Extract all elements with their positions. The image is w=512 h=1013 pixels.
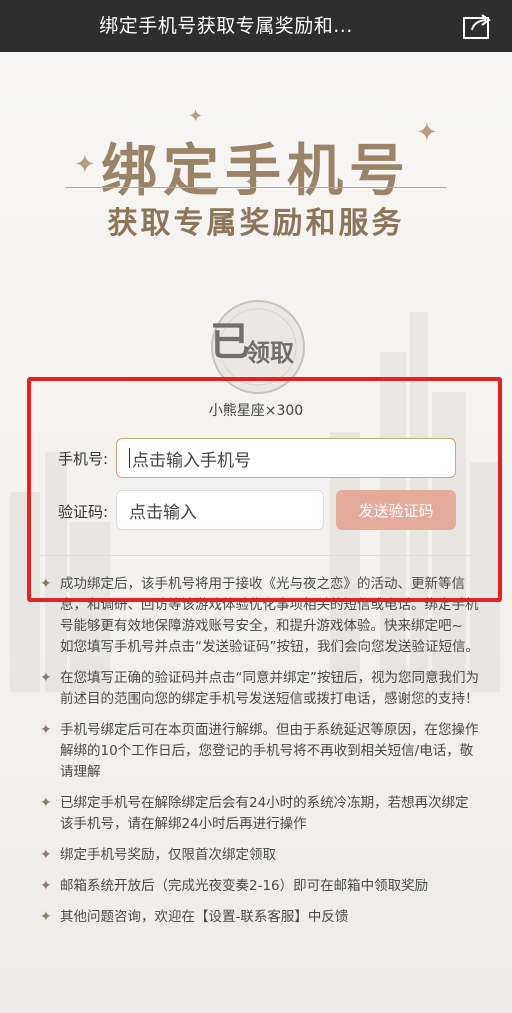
stamp-text-2: 领取 <box>246 338 294 367</box>
title-bar: 绑定手机号获取专属奖励和... <box>0 0 512 52</box>
sparkle-bullet-icon: ✦ <box>40 909 52 925</box>
highlight-frame <box>27 377 502 602</box>
sparkle-bullet-icon: ✦ <box>40 795 52 811</box>
list-item: ✦ 邮箱系统开放后（完成光夜变奏2-16）即可在邮箱中领取奖励 <box>40 876 480 897</box>
notes-list: ✦ 成功绑定后，该手机号将用于接收《光与夜之恋》的活动、更新等信息，和调研、回访等… <box>40 574 480 938</box>
list-item: ✦ 绑定手机号奖励，仅限首次绑定领取 <box>40 845 480 866</box>
list-item: ✦ 手机号绑定后可在本页面进行解绑。但由于系统延迟等原因，在您操作解绑的10个工作… <box>40 722 479 780</box>
list-item: ✦ 其他问题咨询，欢迎在【设置-联系客服】中反馈 <box>40 907 480 928</box>
divider <box>66 187 446 188</box>
share-icon[interactable] <box>462 12 494 40</box>
sparkle-bullet-icon: ✦ <box>40 878 52 894</box>
stamp-text-1: 已 <box>210 318 250 365</box>
content-page: ✦ ✦ ✦ ✦ 绑定手机号 获取专属奖励和服务 已 领取 小熊星座×300 手机… <box>0 52 512 1013</box>
sparkle-bullet-icon: ✦ <box>40 670 52 686</box>
list-item: ✦ 在您填写正确的验证码并点击“同意并绑定”按钮后，视为您同意我们为前述目的范围向… <box>40 670 479 707</box>
banner-title: 绑定手机号 <box>101 138 411 204</box>
banner-subtitle: 获取专属奖励和服务 <box>107 206 405 241</box>
sparkle-icon: ✦ <box>188 106 204 127</box>
list-item: ✦ 已绑定手机号在解除绑定后会有24小时的系统冷冻期，若想再次绑定该手机号，请在解… <box>40 795 469 832</box>
page-title: 绑定手机号获取专属奖励和... <box>99 15 353 37</box>
sparkle-bullet-icon: ✦ <box>40 722 52 738</box>
sparkle-bullet-icon: ✦ <box>40 847 52 863</box>
